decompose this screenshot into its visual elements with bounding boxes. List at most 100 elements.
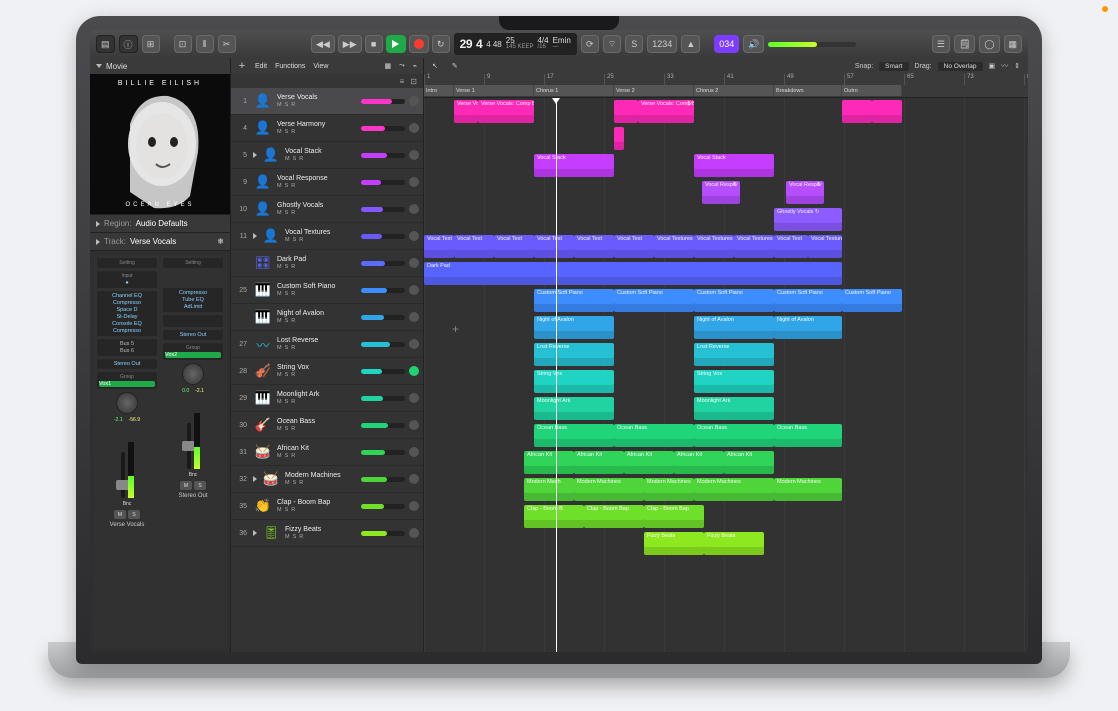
track-header[interactable]: 4 👤 Verse HarmonyMSR [231,115,423,142]
region[interactable]: Dark Pad [424,262,842,285]
editors-button[interactable]: ✂ [218,35,236,53]
mute-button[interactable]: M [277,399,282,405]
arrangement-marker[interactable]: Chorus 1 [534,85,614,96]
drag-select[interactable]: No Overlap [938,62,983,71]
region[interactable]: Vocal Text [494,235,534,258]
mute-button[interactable]: M [277,264,282,270]
region[interactable]: Ocean Bass [614,424,694,447]
solo-button[interactable]: S [293,480,297,486]
lcd-display[interactable]: 29 4 4 48 25145 KEEP 4/4/16 Emin— [454,33,577,55]
mute-button[interactable]: M [277,507,282,513]
track-header[interactable]: 25 🎹 Custom Soft PianoMSR [231,277,423,304]
region[interactable]: African Kit [724,451,774,474]
solo-button[interactable]: S [285,264,289,270]
add-track-button[interactable]: + [237,61,247,71]
record-enable-button[interactable]: R [291,210,295,216]
record-enable-button[interactable]: R [299,156,303,162]
input-monitor-button[interactable] [409,285,419,295]
region[interactable]: Night of Avalon [694,316,774,339]
solo-button[interactable]: S [285,102,289,108]
solo-button[interactable]: S [285,453,289,459]
group-button[interactable]: Vox1 [99,381,155,387]
record-enable-button[interactable]: R [291,183,295,189]
region[interactable]: Modern Mach [524,478,574,501]
record-enable-button[interactable]: R [291,129,295,135]
solo-button[interactable]: S [285,183,289,189]
region[interactable]: African Kit [624,451,674,474]
functions-menu[interactable]: Functions [275,63,305,70]
movie-header[interactable]: Movie [90,58,230,74]
input-monitor-button[interactable] [409,366,419,376]
region[interactable]: Ghostly Vocals ↻ [774,208,842,231]
track-volume-slider[interactable] [361,99,405,104]
arrangement-marker[interactable]: Verse 1 [454,85,534,96]
track-header[interactable]: 32 🥁 Modern MachinesMSR [231,466,423,493]
track-header[interactable]: 5 👤 Vocal StackMSR [231,142,423,169]
track-volume-slider[interactable] [361,207,405,212]
solo-button[interactable]: S [293,237,297,243]
record-enable-button[interactable]: R [291,291,295,297]
solo-button[interactable]: S [285,318,289,324]
region[interactable] [842,100,872,123]
library-button[interactable]: ▤ [96,35,115,53]
disclosure-icon[interactable] [253,476,257,482]
solo-button[interactable]: S [285,129,289,135]
input-monitor-button[interactable] [409,339,419,349]
input-monitor-button[interactable] [409,177,419,187]
region[interactable]: Verse Vocals: Comp B [454,100,478,123]
freeze-icon[interactable]: ❄ [217,237,224,246]
region[interactable]: African Kit [524,451,574,474]
notes-button[interactable]: 🗒 [954,35,975,53]
record-enable-button[interactable]: R [291,372,295,378]
arrangement-marker[interactable]: Chorus 2 [694,85,774,96]
flex-icon[interactable]: ⌁ [413,62,417,70]
mute-button[interactable]: M [180,481,192,490]
region[interactable]: Ocean Bass [694,424,774,447]
track-header[interactable]: 10 👤 Ghostly VocalsMSR [231,196,423,223]
browser-button[interactable]: ▦ [1004,35,1023,53]
solo-button[interactable]: S [293,534,297,540]
track-volume-slider[interactable] [361,315,405,320]
record-enable-button[interactable]: R [291,345,295,351]
region[interactable]: Clap - Boom Bap [644,505,704,528]
track-header[interactable]: 35 👏 Clap - Boom BapMSR [231,493,423,520]
input-monitor-button[interactable] [409,501,419,511]
mute-button[interactable]: M [277,318,282,324]
view-menu[interactable]: View [313,63,328,70]
waveform-zoom-icon[interactable]: 〰 [1001,61,1008,71]
solo-button[interactable]: S [285,426,289,432]
volume-fader[interactable] [187,423,191,469]
mixer-button[interactable]: ⫴ [196,35,214,53]
loops-button[interactable]: ◯ [979,35,999,53]
region-inspector-row[interactable]: Region:Audio Defaults [90,214,230,232]
edit-menu[interactable]: Edit [255,63,267,70]
track-volume-slider[interactable] [361,423,405,428]
lanes-icon[interactable]: ≡ [400,77,405,86]
region[interactable]: Night of Avalon [534,316,614,339]
record-enable-button[interactable]: R [291,453,295,459]
region[interactable]: Moonlight Ark [534,397,614,420]
solo-button[interactable]: S [285,210,289,216]
mute-button[interactable]: M [277,183,282,189]
region[interactable] [614,100,638,123]
mute-button[interactable]: M [277,102,282,108]
track-volume-slider[interactable] [361,288,405,293]
input-monitor-button[interactable] [409,312,419,322]
stop-button[interactable]: ■ [365,35,383,53]
track-header[interactable]: 🎹 Night of AvalonMSR [231,304,423,331]
record-enable-button[interactable]: R [291,102,295,108]
rewind-button[interactable]: ◀◀ [311,35,335,53]
region[interactable]: Verse Vocals: Comp B [638,100,694,123]
solo-button[interactable]: S [625,35,643,53]
pencil-tool-icon[interactable]: ✎ [452,62,458,70]
solo-button[interactable]: S [285,399,289,405]
input-monitor-button[interactable] [409,528,419,538]
region[interactable]: Night of Avalon [774,316,842,339]
region[interactable]: Custom Soft Piano [614,289,694,312]
region[interactable]: Fizzy Beats [704,532,764,555]
track-header[interactable]: 31 🥁 African KitMSR [231,439,423,466]
track-volume-slider[interactable] [361,477,405,482]
mute-button[interactable]: M [114,510,126,519]
track-volume-slider[interactable] [361,531,405,536]
input-monitor-button[interactable] [409,96,419,106]
